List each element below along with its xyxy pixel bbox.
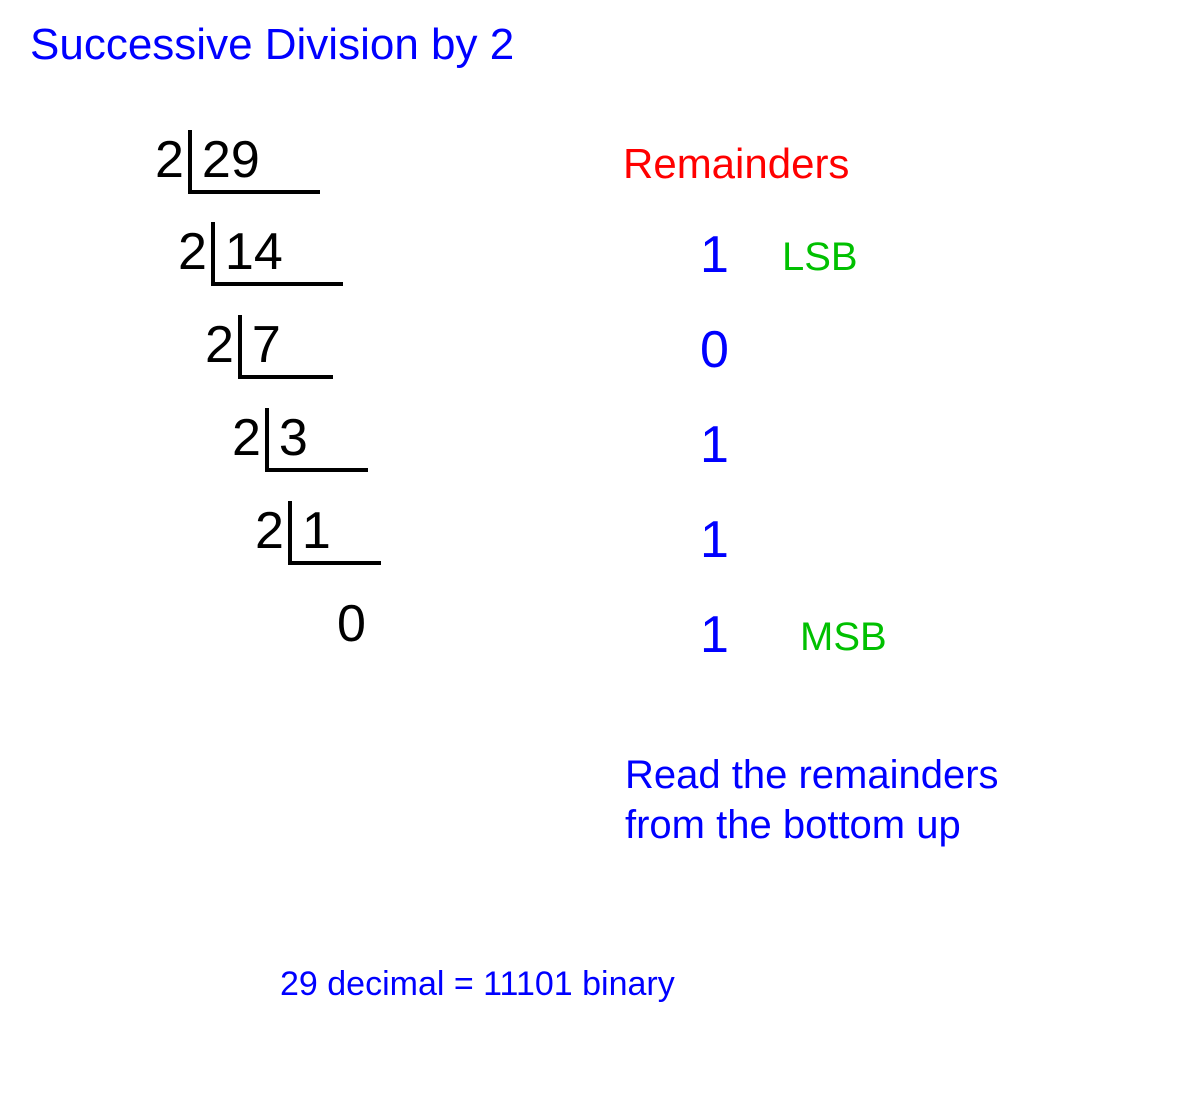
- instruction-text: Read the remainders from the bottom up: [625, 750, 999, 850]
- remainders-header: Remainders: [623, 140, 849, 188]
- dividend-3: 3: [265, 408, 368, 472]
- division-step-4: 21: [255, 501, 381, 565]
- dividend-1: 14: [211, 222, 343, 286]
- division-step-1: 214: [178, 222, 343, 286]
- divisor-1: 2: [178, 222, 207, 282]
- divisor-2: 2: [205, 315, 234, 375]
- result-text: 29 decimal = 11101 binary: [280, 965, 675, 1004]
- divisor-0: 2: [155, 130, 184, 190]
- dividend-2: 7: [238, 315, 333, 379]
- page-title: Successive Division by 2: [30, 20, 514, 70]
- dividend-0: 29: [188, 130, 320, 194]
- remainder-4: 1: [700, 605, 729, 665]
- lsb-label: LSB: [782, 235, 858, 280]
- final-quotient: 0: [337, 594, 366, 654]
- instruction-line2: from the bottom up: [625, 800, 999, 850]
- division-step-0: 229: [155, 130, 320, 194]
- remainder-0: 1: [700, 225, 729, 285]
- remainder-3: 1: [700, 510, 729, 570]
- divisor-4: 2: [255, 501, 284, 561]
- instruction-line1: Read the remainders: [625, 750, 999, 800]
- msb-label: MSB: [800, 615, 887, 660]
- division-step-3: 23: [232, 408, 368, 472]
- divisor-3: 2: [232, 408, 261, 468]
- dividend-4: 1: [288, 501, 381, 565]
- division-step-2: 27: [205, 315, 333, 379]
- remainder-1: 0: [700, 320, 729, 380]
- remainder-2: 1: [700, 415, 729, 475]
